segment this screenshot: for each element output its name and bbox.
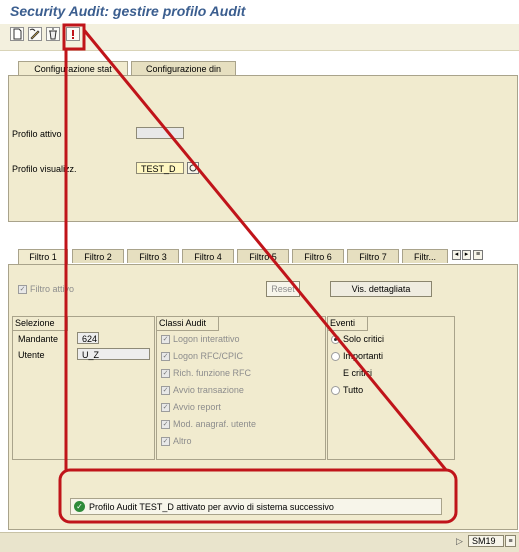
edit-icon[interactable] (28, 27, 42, 41)
filter-active-label: Filtro attivo (30, 284, 75, 294)
logon-rfc-checkbox[interactable]: ✓ (161, 352, 170, 361)
rfc-call-checkbox[interactable]: ✓ (161, 369, 170, 378)
audit-classes-header: Classi Audit (156, 316, 220, 331)
client-field: 624 (77, 332, 99, 344)
events-all-radio[interactable] (331, 386, 340, 395)
tab-configurazione-stat[interactable]: Configurazione stat (18, 61, 128, 76)
new-icon[interactable] (10, 27, 24, 41)
tab-filtro-4[interactable]: Filtro 4 (182, 249, 234, 263)
application-toolbar (0, 24, 519, 51)
report-start-checkbox[interactable]: ✓ (161, 403, 170, 412)
events-critical-radio[interactable] (331, 335, 340, 344)
success-icon: ✓ (74, 501, 85, 512)
selection-header: Selezione (12, 316, 68, 331)
transaction-start-checkbox[interactable]: ✓ (161, 386, 170, 395)
tab-filtro-more[interactable]: Filtr... (402, 249, 448, 263)
footer-bar: ▷ SM19 ≡ (0, 532, 519, 552)
view-profile-input[interactable]: TEST_D (136, 162, 184, 174)
tab-filtro-7[interactable]: Filtro 7 (347, 249, 399, 263)
other-checkbox[interactable]: ✓ (161, 437, 170, 446)
tab-filtro-5[interactable]: Filtro 5 (237, 249, 289, 263)
audit-class-label: Logon interattivo (173, 334, 240, 344)
user-field: U_Z (77, 348, 150, 360)
tab-list-icon[interactable]: ≡ (473, 250, 483, 260)
status-message: Profilo Audit TEST_D attivato per avvio … (89, 502, 334, 512)
status-bar: ✓ Profilo Audit TEST_D attivato per avvi… (70, 498, 442, 515)
tab-filtro-1[interactable]: Filtro 1 (18, 249, 68, 264)
view-profile-label: Profilo visualizz. (12, 164, 77, 174)
events-important-label: Importanti (343, 351, 384, 361)
events-header: Eventi (327, 316, 369, 331)
tab-configurazione-din[interactable]: Configurazione din (131, 61, 236, 75)
audit-class-label: Avvio transazione (173, 385, 244, 395)
events-important-radio[interactable] (331, 352, 340, 361)
activate-icon[interactable] (66, 27, 80, 41)
scroll-right-icon[interactable]: ▸ (462, 250, 471, 260)
tab-filtro-6[interactable]: Filtro 6 (292, 249, 344, 263)
tab-filtro-2[interactable]: Filtro 2 (72, 249, 124, 263)
reset-button[interactable]: Reset (266, 281, 300, 297)
active-profile-field (136, 127, 184, 139)
footer-triangle-icon[interactable]: ▷ (456, 536, 463, 547)
active-profile-label: Profilo attivo (12, 129, 62, 139)
user-label: Utente (18, 350, 45, 360)
config-panel (8, 75, 518, 222)
client-label: Mandante (18, 334, 59, 344)
details-button[interactable]: Vis. dettagliata (330, 281, 432, 297)
filter-active-checkbox[interactable]: ✓ (18, 285, 27, 294)
logon-interactive-checkbox[interactable]: ✓ (161, 335, 170, 344)
user-master-change-checkbox[interactable]: ✓ (161, 420, 170, 429)
audit-class-label: Mod. anagraf. utente (173, 419, 257, 429)
transaction-code: SM19 (468, 535, 504, 547)
events-important-label-2: E critici (343, 368, 372, 378)
delete-icon[interactable] (46, 27, 60, 41)
audit-class-label: Logon RFC/CPIC (173, 351, 244, 361)
value-help-icon[interactable] (187, 162, 199, 174)
audit-class-label: Altro (173, 436, 192, 446)
audit-class-label: Rich. funzione RFC (173, 368, 252, 378)
audit-class-label: Avvio report (173, 402, 221, 412)
system-info-icon[interactable]: ≡ (505, 535, 516, 547)
events-all-label: Tutto (343, 385, 364, 395)
events-critical-label: Solo critici (343, 334, 385, 344)
window-title: Security Audit: gestire profilo Audit (10, 3, 246, 19)
scroll-left-icon[interactable]: ◂ (452, 250, 461, 260)
tab-filtro-3[interactable]: Filtro 3 (127, 249, 179, 263)
